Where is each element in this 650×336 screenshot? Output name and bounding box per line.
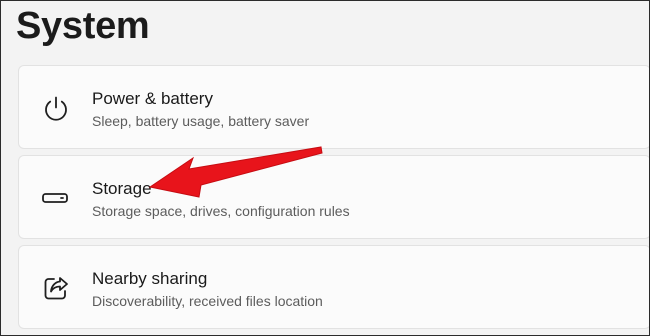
power-icon — [41, 93, 71, 123]
settings-item-storage[interactable]: Storage Storage space, drives, configura… — [18, 155, 649, 239]
settings-item-nearby-sharing[interactable]: Nearby sharing Discoverability, received… — [18, 245, 649, 329]
page-title: System — [16, 5, 150, 47]
settings-item-description: Discoverability, received files location — [92, 293, 323, 309]
settings-item-label: Power & battery — [92, 89, 213, 108]
storage-drive-icon — [41, 183, 71, 213]
settings-item-label: Nearby sharing — [92, 269, 208, 288]
settings-item-description: Sleep, battery usage, battery saver — [92, 113, 310, 129]
settings-item-description: Storage space, drives, configuration rul… — [92, 203, 350, 219]
share-icon — [41, 273, 71, 303]
settings-item-label: Storage — [92, 179, 152, 198]
settings-window: System Power & battery Sleep, battery us… — [0, 0, 650, 336]
settings-item-power-battery[interactable]: Power & battery Sleep, battery usage, ba… — [18, 65, 649, 149]
